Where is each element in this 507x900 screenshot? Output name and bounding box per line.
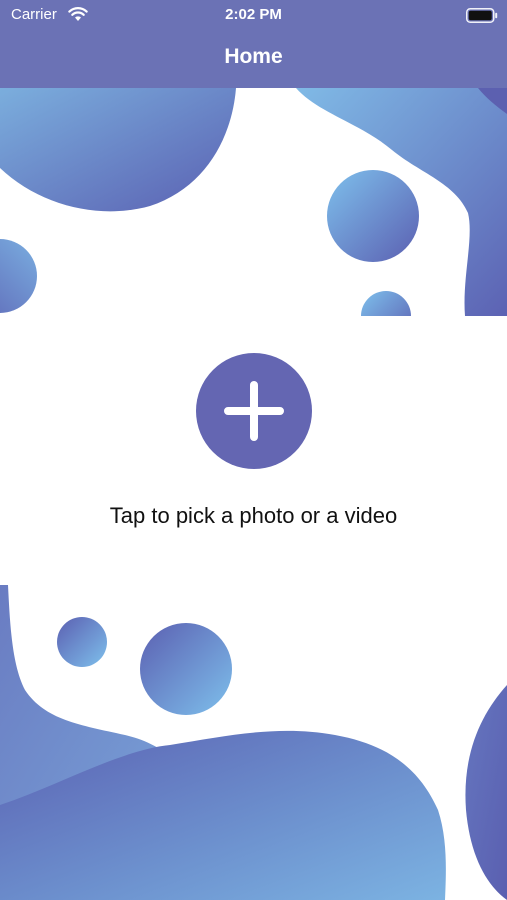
top-bar: Carrier 2:02 PM Home <box>0 0 507 88</box>
bottom-right-blob-shape <box>465 685 507 900</box>
bottom-circle-small-shape <box>57 617 107 667</box>
pick-media-prompt[interactable]: Tap to pick a photo or a video <box>0 503 507 529</box>
navigation-bar: Home <box>0 32 507 88</box>
bottom-circle-large-shape <box>140 623 232 715</box>
plus-icon <box>224 381 284 446</box>
battery-icon <box>466 8 498 28</box>
top-circle-left-shape <box>0 239 37 313</box>
top-background-art <box>0 88 507 341</box>
bottom-background-art <box>0 585 507 900</box>
home-screen: Carrier 2:02 PM Home Tap to pick a photo… <box>0 0 507 900</box>
add-media-button[interactable] <box>196 353 312 469</box>
top-circle-small-shape <box>361 291 411 341</box>
page-title: Home <box>224 45 283 68</box>
status-bar: Carrier 2:02 PM <box>0 0 507 32</box>
top-circle-large-shape <box>327 170 419 262</box>
status-time: 2:02 PM <box>225 6 282 23</box>
top-left-blob-shape <box>0 88 236 212</box>
